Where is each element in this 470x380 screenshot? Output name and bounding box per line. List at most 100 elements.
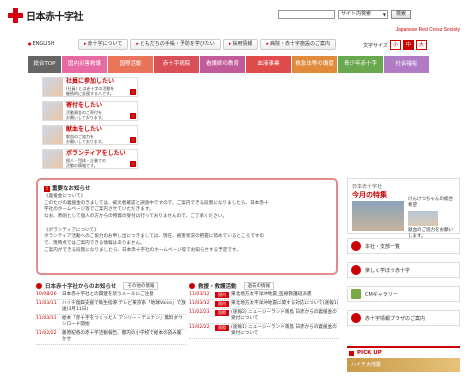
notice-line: ご案内ができる段階になりましたら、日本赤十字社のホームページ等でお知らせする予定… bbox=[44, 247, 241, 253]
logo-text: 日本赤十字社 bbox=[26, 12, 84, 23]
promo-title: 寄付をしたい bbox=[66, 102, 103, 109]
important-notice: 重要なお知らせ 《義援金について》 このたびの義援金のきましては、被災者確認と調… bbox=[36, 178, 338, 275]
promo-photo bbox=[43, 150, 63, 168]
right-sidebar: 日本赤十字社 今月の特集 けんけつちゃんの総合希望 献血のご協力をお願いします。… bbox=[347, 178, 460, 372]
promo-title: ボランティアをしたい bbox=[66, 150, 126, 157]
relief-tag: 国内 bbox=[215, 292, 229, 298]
search-input[interactable] bbox=[278, 10, 335, 19]
notice-line: 《義援金について》 bbox=[44, 194, 86, 199]
news-text: 日本赤十字社との関連を装うメールにご注意 bbox=[62, 292, 154, 297]
news-row[interactable]: 11/02/22 藤原紀香の赤十字活動報告、都内の小学校で絵本の読み聞かせ bbox=[36, 330, 186, 345]
link-label: 楽しく学ぼう赤十字 bbox=[365, 267, 411, 274]
link-label: CMギャラリー bbox=[365, 291, 398, 298]
link-label: 本社・支部一覧 bbox=[365, 243, 401, 250]
relief-more-link[interactable]: 過去の情報 bbox=[243, 282, 275, 290]
promo-photo bbox=[43, 126, 63, 144]
arrow-icon: › bbox=[130, 89, 136, 95]
mainnav-item-blood[interactable]: 血液事業 bbox=[246, 56, 292, 73]
news-row[interactable]: 10/08/26 日本赤十字社との関連を装うメールにご注意 bbox=[36, 291, 186, 300]
font-size-small-button[interactable]: 小 bbox=[389, 40, 401, 50]
cm-gallery-link[interactable]: CMギャラリー bbox=[347, 286, 460, 302]
promo-member[interactable]: 社員に参加したい (社員) とは赤十字の活動を 継続的に支援する人です。 › bbox=[42, 77, 138, 97]
building-icon bbox=[351, 241, 361, 251]
mainnav-item-nursing[interactable]: 看護師の教育 bbox=[200, 56, 246, 73]
english-link[interactable]: ENGLISH bbox=[28, 41, 55, 47]
monthly-tag: 日本赤十字社 bbox=[352, 184, 383, 190]
feature-side-text: けんけつちゃんの総合希望 bbox=[408, 197, 453, 208]
mainnav-item-domestic-disaster[interactable]: 国内災害救護 bbox=[62, 56, 108, 73]
font-size-control: 文字サイズ 小 中 大 bbox=[363, 40, 427, 50]
monthly-feature[interactable]: 日本赤十字社 今月の特集 けんけつちゃんの総合希望 献血のご協力をお願いします。 bbox=[347, 178, 460, 239]
news-icon bbox=[36, 283, 42, 289]
book-icon bbox=[351, 265, 361, 275]
top-navigation: ENGLISH 赤十字について ともだちの手帳・予防を学びたい 採用情報 病院・… bbox=[0, 38, 470, 52]
promo-volunteer[interactable]: ボランティアをしたい 個人・団体・企業での 活動の情報です。 › bbox=[42, 149, 138, 169]
relief-icon bbox=[189, 283, 195, 289]
promo-subtitle: お願いしております。 bbox=[66, 139, 106, 144]
arrow-icon: › bbox=[130, 137, 136, 143]
feature-thumbnail[interactable] bbox=[408, 211, 438, 226]
relief-row[interactable]: 11/03/12 国内 東北地方太平洋沖地震_医療救護班派遣 bbox=[189, 291, 339, 300]
mainnav-item-first-aid[interactable]: 救急法等の講習 bbox=[292, 56, 338, 73]
notice-line: なお、原則として個人の方からの物資の受付は行っておりませんので、ご了承ください。 bbox=[44, 214, 227, 220]
topnav-learn[interactable]: ともだちの手帳・予防を学びたい bbox=[130, 39, 221, 50]
search-button[interactable]: 検索 bbox=[391, 10, 412, 19]
link-label: 赤十字情報プラザのご案内 bbox=[365, 315, 426, 322]
topnav-hospitals[interactable]: 病院・赤十字施設のご案内 bbox=[260, 39, 336, 50]
font-size-label: 文字サイズ bbox=[363, 42, 388, 49]
relief-row[interactable]: 11/02/22 国際 (速報1) ニュージーランド南島 日赤からの義援金の受付につ… bbox=[189, 324, 339, 339]
notice-line: で、現時点ではご案内できる情報はありません。 bbox=[44, 240, 145, 246]
promo-photo bbox=[43, 78, 63, 96]
news-text: ハイチ復興支援で衛生指導 テレビ東京系「地球Voice」で放送(3月11日) bbox=[62, 301, 186, 312]
promo-subtitle: 活動の情報です。 bbox=[66, 163, 98, 168]
news-text: 藤原紀香の赤十字活動報告、都内の小学校で絵本の読み聞かせ bbox=[62, 331, 182, 342]
mainnav-item-hospitals[interactable]: 赤十字病院 bbox=[154, 56, 200, 73]
notice-line bbox=[44, 221, 330, 228]
relief-date: 11/02/22 bbox=[189, 325, 210, 330]
search-bar: サイト内検索 検索 bbox=[278, 10, 412, 19]
relief-text: 東北地方太平洋沖地震_医療救護班派遣 bbox=[231, 292, 312, 297]
relief-date: 11/03/12 bbox=[189, 292, 210, 297]
learn-link[interactable]: 楽しく学ぼう赤十字 bbox=[347, 262, 460, 278]
relief-tag: 国際 bbox=[215, 310, 229, 316]
news-row[interactable]: 11/03/11 絵本「赤十字をつくった人 アンリー・デュナン」無料ダウンロード開… bbox=[36, 315, 186, 330]
english-org-name: Japanese Red Cross Society bbox=[395, 27, 460, 33]
news-column: 日本赤十字社からのお知らせ その他の情報 10/08/26 日本赤十字社との関連を… bbox=[36, 281, 186, 345]
relief-text: (速報1) ニュージーランド南島 日赤からの義援金の受付について bbox=[231, 325, 337, 336]
font-size-medium-button[interactable]: 中 bbox=[402, 40, 414, 50]
news-row[interactable]: 11/03/11 ハイチ復興支援で衛生指導 テレビ東京系「地球Voice」で放送(… bbox=[36, 300, 186, 315]
promo-photo bbox=[43, 102, 63, 120]
relief-text: 東北地方太平洋沖地震に関する対応について(速報1) bbox=[231, 301, 339, 306]
logo[interactable]: 日本赤十字社 bbox=[8, 8, 84, 23]
mainnav-item-welfare[interactable]: 社会福祉 bbox=[384, 56, 430, 73]
news-more-link[interactable]: その他の情報 bbox=[123, 282, 159, 290]
promo-title: 献血をしたい bbox=[66, 126, 103, 133]
news-text: 絵本「赤十字をつくった人 アンリー・デュナン」無料ダウンロード開始 bbox=[62, 316, 183, 327]
mainnav-item-youth[interactable]: 青少年赤十字 bbox=[338, 56, 384, 73]
relief-row[interactable]: 11/03/12 国内 東北地方太平洋沖地震に関する対応について(速報1) bbox=[189, 300, 339, 309]
mainnav-item-international[interactable]: 国際活動 bbox=[108, 56, 154, 73]
promo-blood[interactable]: 献血をしたい 献血のご協力を お願いしております。 › bbox=[42, 125, 138, 145]
news-date: 11/03/11 bbox=[36, 301, 57, 306]
font-size-large-button[interactable]: 大 bbox=[415, 40, 427, 50]
news-date: 11/02/22 bbox=[36, 331, 57, 336]
relief-row[interactable]: 11/02/23 国際 (速報2) ニュージーランド南島 日赤からの義援金の受付につ… bbox=[189, 309, 339, 324]
site-search-select[interactable]: サイト内検索 bbox=[338, 10, 388, 19]
pickup-banner[interactable]: ハイチ大地震 bbox=[347, 358, 460, 372]
monthly-title: 今月の特集 bbox=[352, 191, 387, 199]
pickup-title: PICK UP bbox=[347, 348, 460, 358]
promo-subtitle: 継続的に支援する人です。 bbox=[66, 91, 114, 96]
mainnav-item-top[interactable]: 総合TOP bbox=[28, 56, 62, 73]
relief-title: 救援・救護活動 bbox=[198, 284, 237, 290]
relief-tag: 国際 bbox=[215, 325, 229, 331]
relief-column: 救援・救護活動 過去の情報 11/03/12 国内 東北地方太平洋沖地震_医療救護班… bbox=[189, 281, 339, 339]
main-navigation: 総合TOP 国内災害救護 国際活動 赤十字病院 看護師の教育 血液事業 救急法等… bbox=[28, 56, 430, 73]
branch-list-link[interactable]: 本社・支部一覧 bbox=[347, 238, 460, 254]
topnav-about[interactable]: 赤十字について bbox=[78, 39, 129, 50]
arrow-icon: › bbox=[130, 161, 136, 167]
feature-photo bbox=[352, 201, 404, 231]
promo-donate[interactable]: 寄付をしたい 活動資金のご寄付を お願いしております。 › bbox=[42, 101, 138, 121]
topnav-recruit[interactable]: 採用情報 bbox=[222, 39, 259, 50]
arrow-icon: › bbox=[130, 113, 136, 119]
info-plaza-link[interactable]: 赤十字情報プラザのご案内 bbox=[347, 310, 460, 326]
